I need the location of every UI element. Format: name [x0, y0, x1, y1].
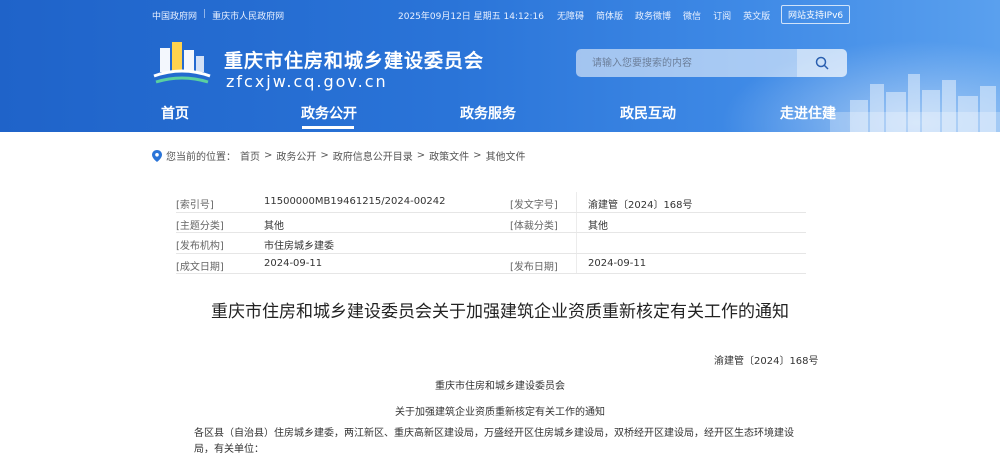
info-row: [成文日期] 2024-09-11 [发布日期] 2024-09-11 — [176, 254, 806, 274]
site-name[interactable]: 重庆市住房和城乡建设委员会 — [224, 46, 484, 73]
search-icon — [815, 56, 829, 70]
breadcrumb-catalog[interactable]: 政府信息公开目录 — [333, 148, 413, 163]
current-date: 2025年09月12日 星期五 14:12:16 — [398, 12, 544, 22]
topic-value: 其他 — [264, 220, 284, 232]
nav-gov-affairs-open[interactable]: 政务公开 — [301, 103, 357, 123]
breadcrumb-other-docs[interactable]: 其他文件 — [486, 148, 526, 163]
issuer-value: 市住房城乡建委 — [264, 241, 334, 252]
doc-number-value: 渝建管〔2024〕168号 — [588, 200, 693, 211]
written-date-label: [成文日期] — [176, 261, 224, 273]
site-domain: zfcxjw.cq.gov.cn — [226, 72, 388, 91]
breadcrumb-separator: > — [320, 150, 329, 161]
site-header: 中国政府网 | 重庆市人民政府网 2025年09月12日 星期五 14:12:1… — [0, 0, 1000, 132]
article-title: 重庆市住房和城乡建设委员会关于加强建筑企业资质重新核定有关工作的通知 — [211, 302, 789, 322]
top-utility-bar: 中国政府网 | 重庆市人民政府网 2025年09月12日 星期五 14:12:1… — [0, 0, 1000, 28]
info-row: [索引号] 11500000MB19461215/2024-00242 [发文字… — [176, 192, 806, 213]
accessibility-link[interactable]: 无障碍 — [557, 9, 584, 22]
article-issuing-org: 重庆市住房和城乡建设委员会 — [435, 381, 565, 392]
top-right-links: 无障碍 简体版 政务微博 微信 订阅 英文版 — [557, 9, 770, 22]
location-pin-icon — [152, 149, 162, 162]
top-left-links: 中国政府网 | 重庆市人民政府网 — [152, 9, 284, 22]
gov-link-central[interactable]: 中国政府网 — [152, 9, 197, 22]
nav-gov-services[interactable]: 政务服务 — [460, 103, 516, 123]
simplified-link[interactable]: 简体版 — [596, 9, 623, 22]
english-link[interactable]: 英文版 — [743, 9, 770, 22]
breadcrumb-gov-open[interactable]: 政务公开 — [276, 148, 316, 163]
nav-about[interactable]: 走进住建 — [780, 103, 836, 123]
gov-link-chongqing[interactable]: 重庆市人民政府网 — [212, 9, 284, 22]
breadcrumb-policy[interactable]: 政策文件 — [429, 148, 469, 163]
nav-active-indicator — [302, 126, 354, 129]
breadcrumb-prefix: 您当前的位置： — [166, 152, 236, 163]
article-doc-number: 渝建管〔2024〕168号 — [714, 356, 819, 367]
search-box — [576, 49, 847, 77]
wechat-link[interactable]: 微信 — [683, 9, 701, 22]
article-salutation: 各区县（自治县）住房城乡建委，两江新区、重庆高新区建设局，万盛经开区住房城乡建设… — [194, 428, 794, 455]
divider: | — [203, 9, 207, 19]
breadcrumb-separator: > — [416, 150, 426, 161]
nav-interaction[interactable]: 政民互动 — [620, 103, 676, 123]
site-logo-icon — [153, 42, 211, 84]
index-value: 11500000MB19461215/2024-00242 — [264, 196, 446, 207]
ipv6-badge: 网站支持IPv6 — [781, 5, 851, 24]
search-button[interactable] — [797, 49, 847, 77]
search-input[interactable] — [576, 49, 796, 77]
subscribe-link[interactable]: 订阅 — [713, 9, 731, 22]
written-date-value: 2024-09-11 — [264, 257, 323, 269]
topic-label: [主题分类] — [176, 220, 224, 232]
issuer-label: [发布机构] — [176, 241, 224, 252]
breadcrumb: 您当前的位置： 首页 > 政务公开 > 政府信息公开目录 > 政策文件 > 其他… — [152, 148, 526, 163]
publish-date-label: [发布日期] — [510, 261, 558, 273]
publish-date-value: 2024-09-11 — [588, 257, 647, 269]
breadcrumb-home[interactable]: 首页 — [240, 148, 260, 163]
genre-label: [体裁分类] — [510, 220, 558, 232]
article-subtitle: 关于加强建筑企业资质重新核定有关工作的通知 — [395, 407, 605, 418]
document-info-table: [索引号] 11500000MB19461215/2024-00242 [发文字… — [176, 192, 806, 274]
genre-value: 其他 — [588, 220, 608, 232]
doc-number-label: [发文字号] — [510, 200, 558, 211]
main-nav: 首页 政务公开 政务服务 政民互动 走进住建 — [0, 96, 1000, 132]
index-label: [索引号] — [176, 200, 214, 211]
info-row: [主题分类] 其他 [体裁分类] 其他 — [176, 213, 806, 233]
nav-home[interactable]: 首页 — [161, 103, 189, 123]
breadcrumb-separator: > — [473, 150, 482, 161]
info-row: [发布机构] 市住房城乡建委 — [176, 233, 806, 254]
breadcrumb-separator: > — [264, 150, 273, 161]
weibo-link[interactable]: 政务微博 — [635, 9, 671, 22]
